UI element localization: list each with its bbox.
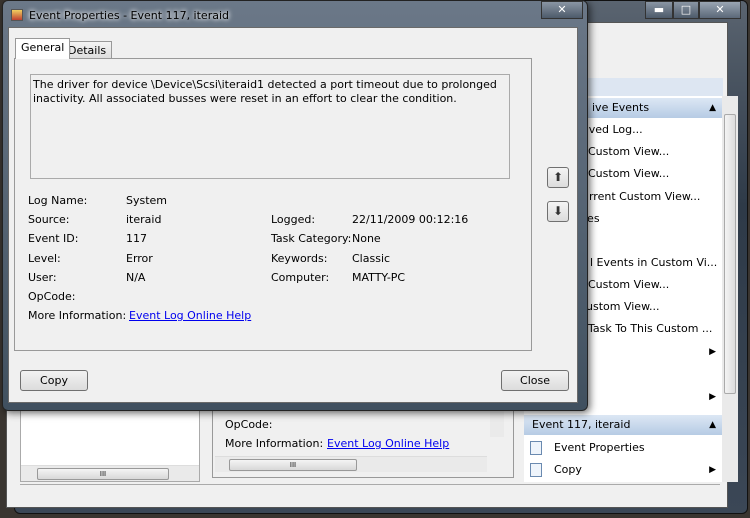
- more-info-label: More Information:: [28, 309, 127, 322]
- source-value: iteraid: [126, 213, 162, 226]
- previous-event-button[interactable]: ⬆: [547, 167, 569, 188]
- details-pane: OpCode: More Information: Event Log Onli…: [212, 400, 514, 478]
- submenu-arrow-icon: ▶: [709, 465, 716, 475]
- dialog-title: Event Properties - Event 117, iteraid: [29, 9, 229, 22]
- user-value: N/A: [126, 271, 146, 284]
- submenu-arrow-icon: ▶: [709, 392, 716, 402]
- computer-value: MATTY-PC: [352, 271, 406, 284]
- tree-pane: III: [20, 400, 200, 482]
- next-event-button[interactable]: ⬇: [547, 201, 569, 222]
- keywords-label: Keywords:: [271, 252, 328, 265]
- opcode-label: OpCode:: [225, 418, 273, 431]
- maximize-button[interactable]: □: [673, 1, 699, 19]
- event-description[interactable]: The driver for device \Device\Scsi\itera…: [30, 74, 510, 179]
- arrow-down-icon: ⬇: [552, 204, 564, 218]
- logged-value: 22/11/2009 00:12:16: [352, 213, 469, 226]
- collapse-icon: ▲: [709, 103, 716, 113]
- details-horizontal-scrollbar[interactable]: III: [215, 456, 487, 472]
- logged-label: Logged:: [271, 213, 316, 226]
- source-label: Source:: [28, 213, 70, 226]
- submenu-arrow-icon: ▶: [709, 347, 716, 357]
- level-value: Error: [126, 252, 153, 265]
- dialog-close-x-button[interactable]: ✕: [541, 1, 583, 19]
- task-category-label: Task Category:: [271, 232, 352, 245]
- task-category-value: None: [352, 232, 381, 245]
- opcode-label: OpCode:: [28, 290, 76, 303]
- event-viewer-icon: [11, 9, 23, 21]
- event-log-help-link[interactable]: Event Log Online Help: [129, 309, 251, 322]
- collapse-icon: ▲: [709, 420, 716, 430]
- minimize-button[interactable]: ▬: [645, 1, 673, 19]
- copy-button[interactable]: Copy: [20, 370, 88, 391]
- computer-label: Computer:: [271, 271, 330, 284]
- keywords-value: Classic: [352, 252, 391, 265]
- more-info-label: More Information:: [225, 437, 324, 450]
- event-id-value: 117: [126, 232, 147, 245]
- level-label: Level:: [28, 252, 61, 265]
- actions-scrollbar[interactable]: [722, 96, 738, 482]
- event-log-help-link[interactable]: Event Log Online Help: [327, 437, 449, 450]
- close-window-button[interactable]: ✕: [699, 1, 741, 19]
- event-section-header[interactable]: Event 117, iteraid ▲: [524, 415, 722, 435]
- tree-horizontal-scrollbar[interactable]: III: [21, 465, 199, 481]
- log-name-value: System: [126, 194, 168, 207]
- event-id-label: Event ID:: [28, 232, 79, 245]
- tab-general[interactable]: General: [15, 38, 71, 59]
- event-properties-action[interactable]: Event Properties: [524, 438, 722, 458]
- log-name-label: Log Name:: [28, 194, 88, 207]
- copy-action[interactable]: Copy ▶: [524, 460, 722, 480]
- properties-icon: [530, 441, 542, 455]
- copy-icon: [530, 463, 542, 477]
- close-button[interactable]: Close: [501, 370, 569, 391]
- user-label: User:: [28, 271, 57, 284]
- arrow-up-icon: ⬆: [552, 170, 564, 184]
- status-bar: [20, 484, 720, 506]
